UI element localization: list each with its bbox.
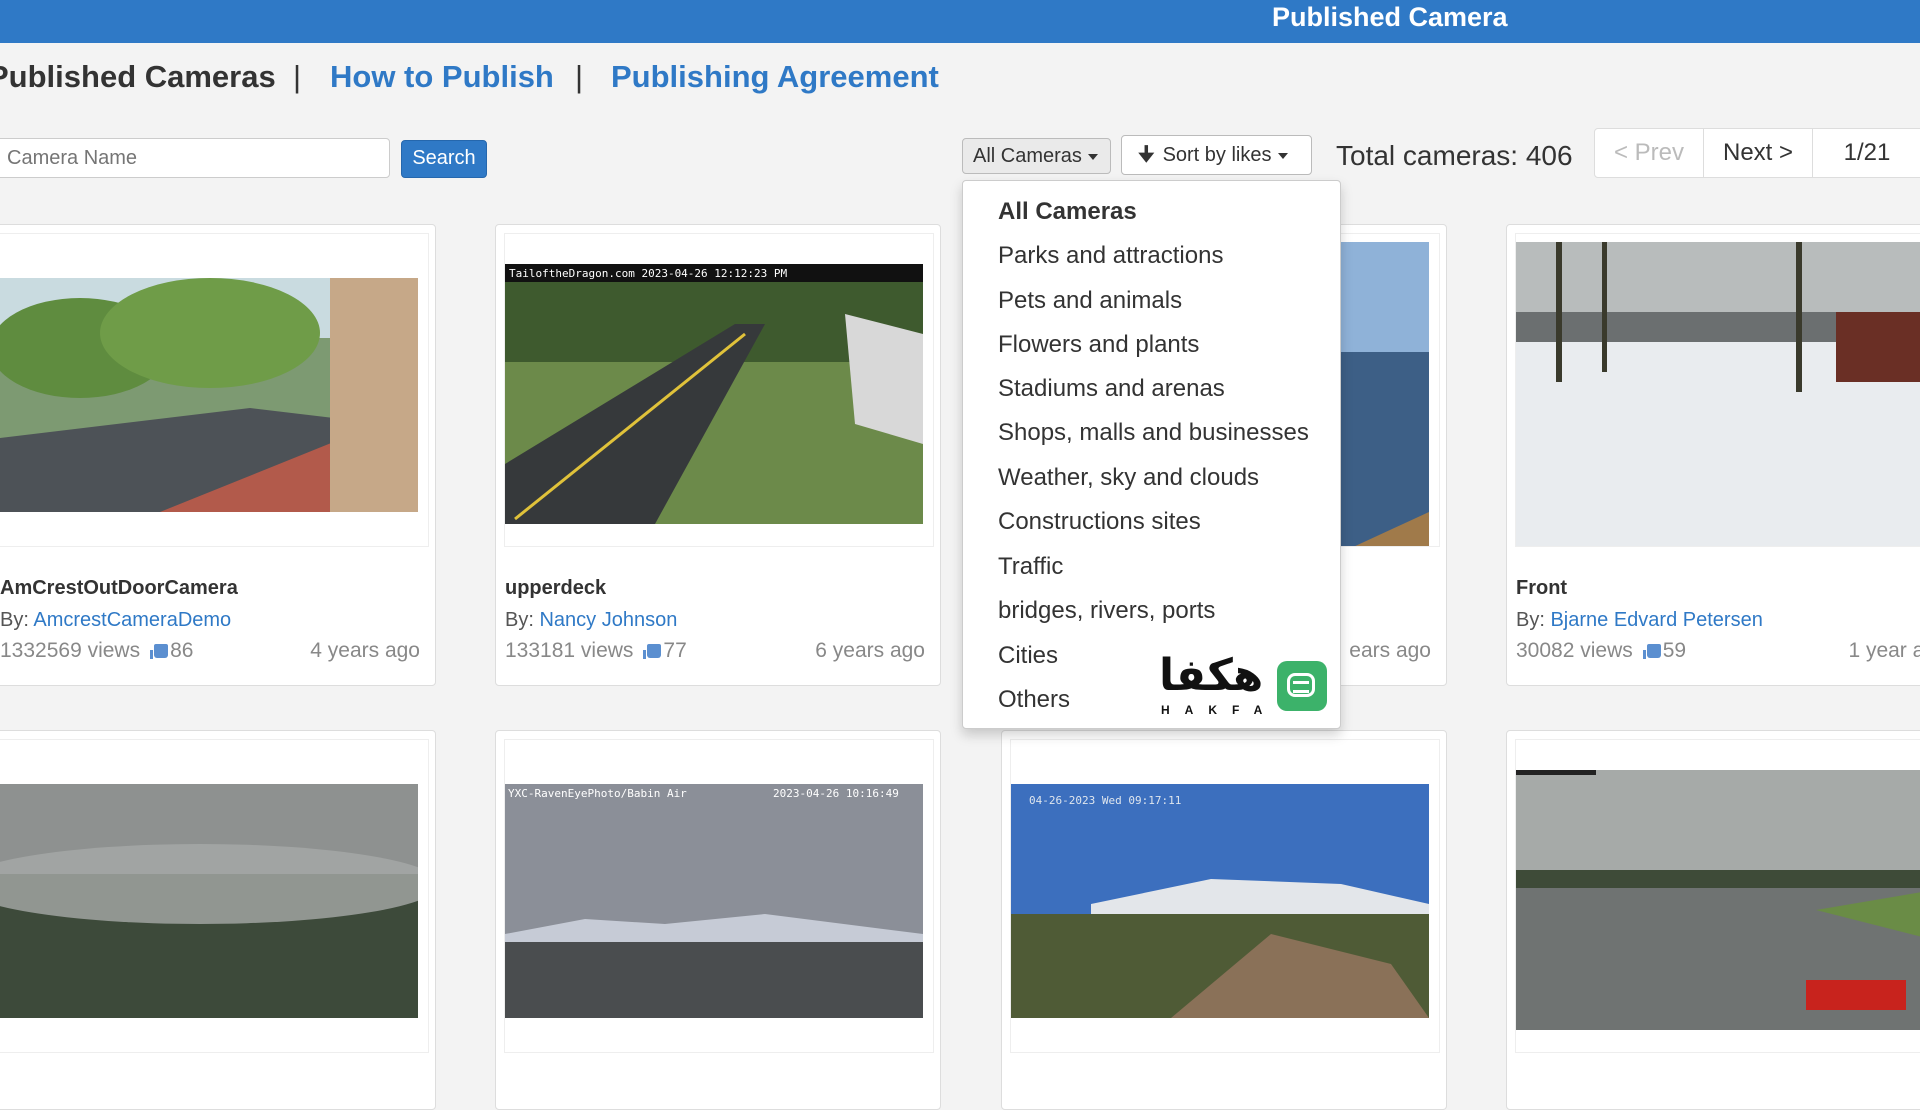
prev-page-button[interactable]: < Prev — [1594, 128, 1704, 178]
camera-author-line: By: AmcrestCameraDemo — [0, 609, 231, 632]
camera-thumbnail[interactable]: 04-26-2023 Wed 09:17:11 — [1010, 739, 1440, 1053]
camera-name[interactable]: upperdeck — [505, 577, 606, 600]
camera-stats: 1332569 views 86 4 years ago — [0, 639, 420, 663]
camera-card[interactable] — [0, 730, 436, 1110]
camera-card[interactable]: Front By: Bjarne Edvard Petersen 30082 v… — [1506, 224, 1920, 686]
dropdown-item-cities[interactable]: Cities — [998, 642, 1058, 670]
watermark-arabic-text: هكفا — [1159, 650, 1264, 701]
arrow-down-icon: 🠋 — [1138, 144, 1155, 166]
camera-image: 04-26-2023 Wed 09:17:11 — [1011, 784, 1429, 1018]
camera-name[interactable]: AmCrestOutDoorCamera — [0, 577, 238, 600]
dropdown-item-bridges[interactable]: bridges, rivers, ports — [998, 597, 1215, 625]
category-filter-button[interactable]: All Cameras — [962, 138, 1111, 174]
next-page-button[interactable]: Next > — [1703, 128, 1813, 178]
camera-image — [0, 784, 418, 1018]
camera-image: TailoftheDragon.com 2023-04-26 12:12:23 … — [505, 264, 923, 524]
camera-name[interactable]: Front — [1516, 577, 1567, 600]
camera-card[interactable]: 04-26-2023 Wed 09:17:11 — [1001, 730, 1447, 1110]
nav-published-cameras[interactable]: Published Cameras — [0, 57, 276, 97]
dropdown-item-stadiums[interactable]: Stadiums and arenas — [998, 375, 1225, 403]
published-time: 6 years ago — [815, 639, 925, 662]
camera-thumbnail[interactable] — [0, 739, 429, 1053]
thumbs-up-icon[interactable] — [1642, 644, 1661, 659]
by-label: By: — [1516, 609, 1545, 631]
hakfa-watermark-logo: هكفا HAKFA — [1159, 651, 1329, 721]
header-title: Published Camera — [1272, 2, 1508, 32]
total-cameras: Total cameras: 406 — [1336, 140, 1573, 171]
dropdown-item-traffic[interactable]: Traffic — [998, 553, 1063, 581]
sort-button[interactable]: 🠋 Sort by likes — [1121, 135, 1312, 175]
by-label: By: — [505, 609, 534, 631]
caret-down-icon — [1087, 153, 1098, 160]
dropdown-item-shops[interactable]: Shops, malls and businesses — [998, 419, 1309, 447]
camera-card[interactable]: AmCrestOutDoorCamera By: AmcrestCameraDe… — [0, 224, 436, 686]
overlay-timestamp: 04-26-2023 Wed 09:17:11 — [1029, 794, 1181, 807]
camera-name-input[interactable] — [0, 138, 390, 178]
dropdown-item-weather[interactable]: Weather, sky and clouds — [998, 464, 1259, 492]
camera-image — [0, 278, 418, 512]
author-link[interactable]: Nancy Johnson — [539, 609, 677, 631]
graduation-cap-icon — [1277, 661, 1327, 711]
camera-author-line: By: Nancy Johnson — [505, 609, 677, 632]
dropdown-item-others[interactable]: Others — [998, 686, 1070, 714]
like-count: 77 — [663, 639, 687, 662]
published-time: ears ago — [1349, 639, 1431, 662]
page-indicator[interactable]: 1/21 — [1812, 128, 1920, 178]
overlay-timestamp: 2023-04-26 10:16:49 — [773, 787, 899, 800]
nav-publishing-agreement[interactable]: Publishing Agreement — [611, 57, 939, 97]
dropdown-item-flowers[interactable]: Flowers and plants — [998, 331, 1199, 359]
search-button[interactable]: Search — [401, 140, 487, 178]
nav-how-to-publish[interactable]: How to Publish — [330, 57, 554, 97]
camera-image: YXC-RavenEyePhoto/Babin Air 2023-04-26 1… — [505, 784, 923, 1018]
camera-card[interactable] — [1506, 730, 1920, 1110]
caret-down-icon — [1277, 152, 1288, 159]
view-count: 1332569 views — [0, 639, 141, 662]
overlay-timestamp: TailoftheDragon.com 2023-04-26 12:12:23 … — [509, 267, 788, 280]
thumbs-up-icon[interactable] — [150, 644, 169, 659]
sort-label: Sort by likes — [1162, 144, 1272, 166]
like-count: 59 — [1662, 639, 1687, 662]
top-header-bar: Published Camera — [0, 0, 1920, 43]
camera-author-line: By: Bjarne Edvard Petersen — [1516, 609, 1763, 632]
camera-thumbnail[interactable]: TailoftheDragon.com 2023-04-26 12:12:23 … — [504, 233, 934, 547]
camera-thumbnail[interactable] — [1515, 233, 1920, 547]
view-count: 133181 views — [505, 639, 634, 662]
dropdown-item-pets[interactable]: Pets and animals — [998, 287, 1182, 315]
nav-separator: | — [575, 59, 584, 94]
published-time: 4 years ago — [310, 639, 420, 662]
published-time: 1 year ag — [1848, 639, 1920, 662]
by-label: By: — [0, 609, 29, 631]
author-link[interactable]: AmcrestCameraDemo — [33, 609, 231, 631]
camera-thumbnail[interactable]: YXC-RavenEyePhoto/Babin Air 2023-04-26 1… — [504, 739, 934, 1053]
camera-card[interactable]: YXC-RavenEyePhoto/Babin Air 2023-04-26 1… — [495, 730, 941, 1110]
watermark-latin-text: HAKFA — [1161, 703, 1278, 717]
dropdown-item-constructions[interactable]: Constructions sites — [998, 508, 1201, 536]
category-filter-label: All Cameras — [973, 145, 1082, 167]
dropdown-item-parks[interactable]: Parks and attractions — [998, 242, 1223, 270]
camera-image — [1516, 242, 1920, 546]
nav-separator: | — [293, 59, 302, 94]
author-link[interactable]: Bjarne Edvard Petersen — [1550, 609, 1762, 631]
camera-stats: 30082 views 59 1 year ag — [1516, 639, 1920, 663]
camera-thumbnail[interactable] — [1515, 739, 1920, 1053]
dropdown-item-all-cameras[interactable]: All Cameras — [998, 198, 1137, 226]
category-dropdown-menu: All Cameras Parks and attractions Pets a… — [962, 180, 1341, 729]
camera-card[interactable]: TailoftheDragon.com 2023-04-26 12:12:23 … — [495, 224, 941, 686]
view-count: 30082 views — [1516, 639, 1633, 662]
camera-image — [1516, 770, 1920, 1030]
like-count: 86 — [170, 639, 194, 662]
thumbs-up-icon[interactable] — [643, 644, 662, 659]
overlay-label: YXC-RavenEyePhoto/Babin Air — [508, 787, 687, 800]
camera-thumbnail[interactable] — [0, 233, 429, 547]
camera-stats: 133181 views 77 6 years ago — [505, 639, 925, 663]
